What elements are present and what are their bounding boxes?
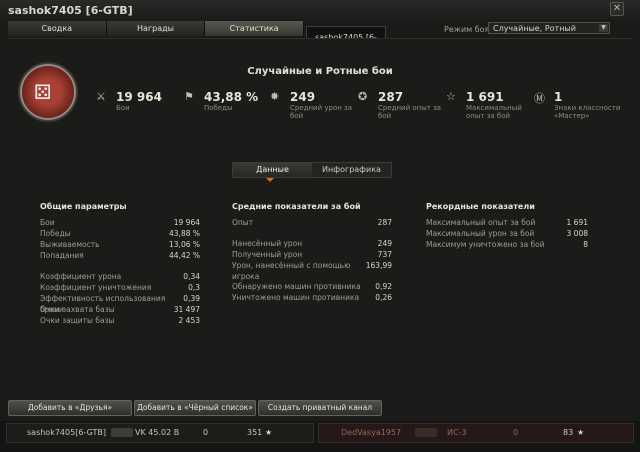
create-channel-button[interactable]: Создать приватный канал [258, 400, 382, 416]
tab-summary[interactable]: Сводка [8, 21, 107, 36]
table-row: Максимальный урон за бой 3 008 [426, 229, 588, 238]
summary-battles: ⚔ 19 964 Бои [96, 90, 162, 112]
action-bar: Добавить в «Друзья» Добавить в «Чёрный с… [0, 400, 640, 418]
title-bar: sashok7405 [6-GTB] ✕ [0, 0, 640, 20]
mode-label: Режим боя: [444, 25, 493, 34]
tank-icon [415, 428, 437, 437]
chevron-down-icon: ▼ [599, 24, 608, 32]
tab-awards[interactable]: Награды [106, 21, 206, 36]
summary-max-exp: ☆ 1 691 Максимальный опыт за бой [446, 90, 522, 120]
summary-avg-exp: ✪ 287 Средний опыт за бой [358, 90, 442, 120]
summary-wins: ⚑ 43,88 % Победы [184, 90, 259, 112]
add-blacklist-button[interactable]: Добавить в «Чёрный список» [134, 400, 256, 416]
list-item[interactable]: DedVasya1957 ИС-3 0 83 ★ [318, 423, 634, 443]
list-item[interactable]: sashok7405[6-GTB] VK 45.02 B 0 351 ★ [6, 423, 314, 443]
damage-icon: ✸ [270, 90, 280, 103]
master-badge-icon: Ⓜ [534, 92, 545, 105]
tab-bar: Сводка Награды Статистика [8, 21, 305, 36]
table-row: Обнаружено машин противника 0,92 [232, 282, 392, 291]
records-title: Рекордные показатели [426, 202, 535, 211]
table-row: Бои 19 964 [40, 218, 200, 227]
table-row: Коэффициент урона 0,34 [40, 272, 200, 281]
table-row: Выживаемость 13,06 % [40, 240, 200, 249]
view-toggle: Данные Инфографика [232, 162, 392, 178]
battle-list: sashok7405[6-GTB] VK 45.02 B 0 351 ★ Ded… [0, 421, 640, 452]
table-row: Максимальный опыт за бой 1 691 [426, 218, 588, 227]
average-title: Средние показатели за бой [232, 202, 361, 211]
summary-avg-damage: ✸ 249 Средний урон за бой [270, 90, 353, 120]
tab-statistics[interactable]: Статистика [205, 21, 305, 36]
mode-select-value: Случайные, Ротный [493, 24, 576, 33]
dice-icon: ⚄ [34, 80, 52, 104]
toggle-infographic[interactable]: Инфографика [312, 163, 391, 177]
table-row: Уничтожено машин противника 0,26 [232, 293, 392, 302]
toggle-data[interactable]: Данные [233, 163, 312, 177]
close-icon[interactable]: ✕ [610, 2, 624, 16]
summary-master-badges: Ⓜ 1 Знаки классности «Мастер» [534, 90, 621, 120]
table-row: Коэффициент уничтожения 0,3 [40, 283, 200, 292]
section-title: Случайные и Ротные бои [247, 66, 393, 77]
flag-icon: ⚑ [184, 90, 194, 103]
table-row: Эффективность использования брони 0,39 [40, 294, 200, 314]
table-row: Попадания 44,42 % [40, 251, 200, 260]
crossed-swords-icon: ⚔ [96, 90, 106, 103]
caret-down-icon [266, 178, 274, 182]
table-row: Очки защиты базы 2 453 [40, 316, 200, 325]
tank-icon [111, 428, 133, 437]
add-friend-button[interactable]: Добавить в «Друзья» [8, 400, 132, 416]
experience-icon: ✪ [358, 90, 368, 103]
star-icon: ★ [577, 428, 585, 437]
general-title: Общие параметры [40, 202, 127, 211]
table-row: Опыт 287 [232, 218, 392, 227]
star-icon: ☆ [446, 90, 456, 103]
table-row: Нанесённый урон 249 [232, 239, 392, 248]
average-stats: Средние показатели за бой Опыт 287 Нанесё… [232, 202, 392, 303]
table-row: Полученный урон 737 [232, 250, 392, 259]
mode-select[interactable]: Случайные, Ротный ▼ [488, 22, 610, 34]
table-row: Очки захвата базы 31 497 [40, 305, 200, 314]
record-stats: Рекордные показатели Максимальный опыт з… [426, 202, 588, 250]
profile-window: sashok7405 [6-GTB] ✕ Сводка Награды Стат… [0, 0, 640, 452]
table-row: Максимум уничтожено за бой 8 [426, 240, 588, 249]
star-icon: ★ [265, 428, 273, 437]
window-title: sashok7405 [6-GTB] [8, 4, 133, 17]
general-stats: Общие параметры Бои 19 964 Победы 43,88 % … [40, 202, 200, 326]
table-row: Урон, нанесённый с помощью игрока 163,99 [232, 261, 392, 281]
table-row: Победы 43,88 % [40, 229, 200, 238]
